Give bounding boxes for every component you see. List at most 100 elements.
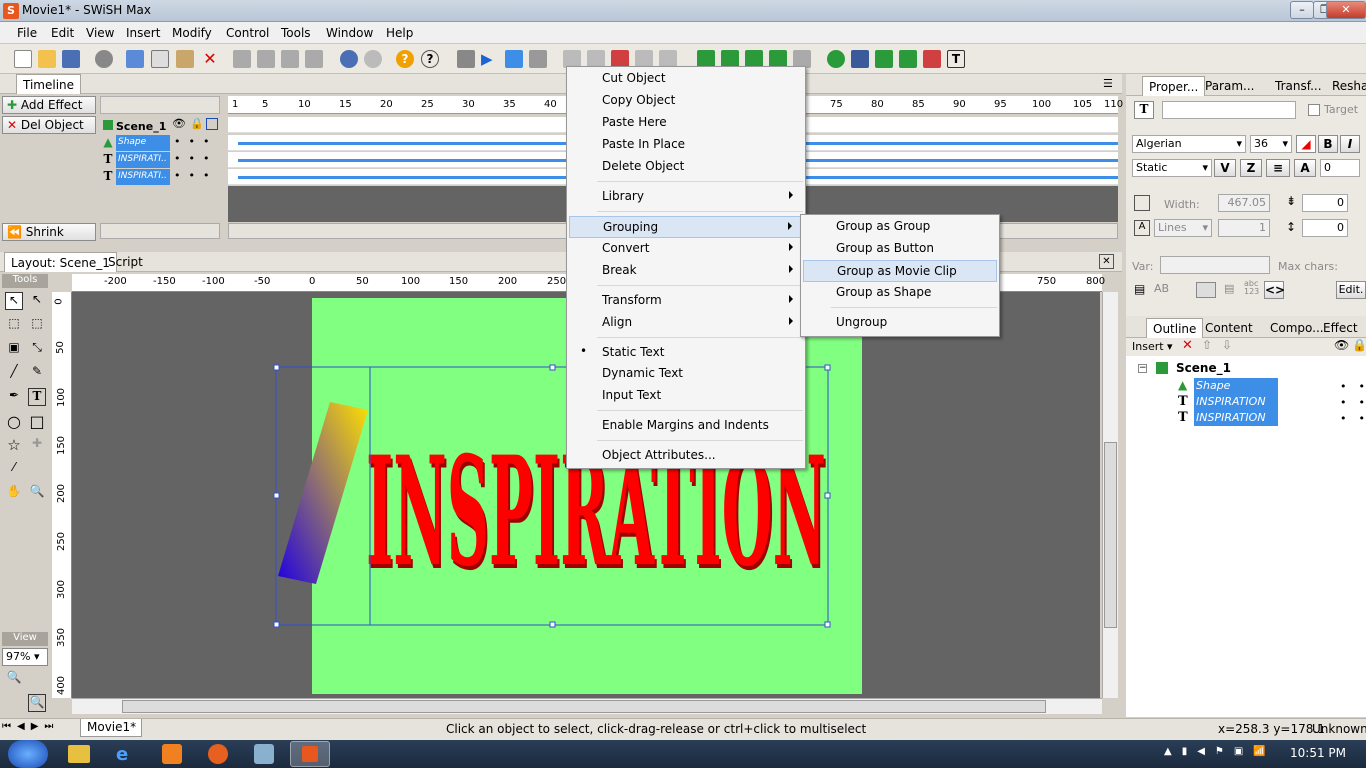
menu-copy-object[interactable]: Copy Object	[569, 90, 803, 112]
pencil-tool-icon[interactable]: ✎	[28, 364, 46, 382]
lock-icon[interactable]: 🔒	[190, 117, 204, 130]
menu-delete-object[interactable]: Delete Object	[569, 156, 803, 178]
insert-content-icon[interactable]	[875, 50, 893, 68]
tab-outline[interactable]: Outline	[1146, 318, 1204, 338]
multiline-icon[interactable]: ▤	[1224, 282, 1234, 295]
text-tool-icon[interactable]: T	[28, 388, 46, 406]
stop-icon[interactable]	[457, 50, 475, 68]
insert-sound-icon[interactable]	[851, 50, 869, 68]
delete-icon[interactable]: ✕	[201, 50, 219, 68]
tab-reshape[interactable]: Reshape	[1326, 76, 1366, 96]
reshape-tool-icon[interactable]: ⬚	[28, 316, 46, 334]
font-select[interactable]: Algerian ▾	[1132, 135, 1246, 153]
timeline-nav[interactable]	[100, 96, 220, 114]
menu-group-as-button[interactable]: Group as Button	[803, 238, 997, 260]
cut-icon[interactable]	[126, 50, 144, 68]
text-color-icon[interactable]: ◢	[1296, 135, 1316, 153]
lock-icon[interactable]: 🔒	[1352, 338, 1366, 352]
outline-item[interactable]: INSPIRATION	[1194, 410, 1278, 426]
tab-properties[interactable]: Proper...	[1142, 76, 1206, 96]
autoshape-tool-icon[interactable]: ✚	[28, 436, 46, 454]
selection-handle[interactable]	[549, 364, 556, 371]
zoom-select[interactable]: 97% ▾	[2, 648, 48, 666]
menu-help[interactable]: Help	[386, 26, 413, 40]
target-checkbox[interactable]	[1308, 104, 1320, 116]
delete-object-icon[interactable]: ✕	[1182, 338, 1193, 353]
menu-grouping[interactable]: Grouping	[569, 216, 803, 238]
tab-layout[interactable]: Layout: Scene_1	[4, 252, 117, 272]
lines-input[interactable]: 1	[1218, 219, 1270, 237]
vertical-scroll-thumb[interactable]	[1104, 442, 1117, 628]
selection-handle[interactable]	[549, 621, 556, 628]
outline-toggle-icon[interactable]	[206, 118, 218, 130]
tab-transform[interactable]: Transf...	[1269, 76, 1328, 96]
hand-tool-icon[interactable]: ✋	[5, 484, 23, 502]
vertical-scrollbar[interactable]	[1102, 292, 1118, 698]
outline-item[interactable]: Shape	[1194, 378, 1278, 394]
panel-menu-icon[interactable]: ☰	[1103, 77, 1113, 90]
align-icon[interactable]: ≡	[1266, 159, 1290, 177]
zoom-tool-icon[interactable]: 🔍	[28, 484, 46, 502]
selection-handle[interactable]	[824, 364, 831, 371]
redo-icon[interactable]	[364, 50, 382, 68]
gradient-shape[interactable]	[278, 402, 368, 584]
move-down-icon[interactable]	[257, 50, 275, 68]
close-layout-icon[interactable]: ✕	[1099, 254, 1114, 269]
move-up-icon[interactable]	[233, 50, 251, 68]
menu-modify[interactable]: Modify	[172, 26, 212, 40]
horizontal-scrollbar[interactable]	[72, 698, 1102, 714]
minimize-button[interactable]: –	[1290, 1, 1314, 19]
menu-group-as-group[interactable]: Group as Group	[803, 216, 997, 238]
motion-path-icon[interactable]: ⤡	[28, 340, 46, 358]
menu-dynamic-text[interactable]: Dynamic Text	[569, 363, 803, 385]
menu-library[interactable]: Library	[569, 186, 803, 208]
object-name-input[interactable]	[1162, 101, 1296, 119]
zoom-select-icon[interactable]: 🔍	[28, 694, 46, 712]
menu-insert[interactable]: Insert	[126, 26, 160, 40]
move-up-icon[interactable]: ⇧	[1202, 338, 1212, 352]
menu-paste-in-place[interactable]: Paste In Place	[569, 134, 803, 156]
tab-content[interactable]: Content	[1199, 318, 1259, 338]
add-effect-button[interactable]: ✚ Add Effect ▾	[2, 96, 96, 126]
menu-control[interactable]: Control	[226, 26, 269, 40]
tab-effect[interactable]: Effect	[1317, 318, 1364, 338]
menu-window[interactable]: Window	[326, 26, 373, 40]
eyedropper-tool-icon[interactable]: ⁄	[5, 460, 23, 478]
scene-nav-icons[interactable]: ⏮◀▶⏭	[2, 721, 59, 732]
menu-enable-margins[interactable]: Enable Margins and Indents	[569, 415, 803, 437]
text-type-select[interactable]: Static ▾	[1132, 159, 1212, 177]
menu-tools[interactable]: Tools	[281, 26, 311, 40]
move-top-icon[interactable]	[281, 50, 299, 68]
firefox-icon[interactable]	[208, 744, 228, 764]
new-file-icon[interactable]	[14, 50, 32, 68]
menu-convert[interactable]: Convert	[569, 238, 803, 260]
outline-scene[interactable]: Scene_1	[1176, 361, 1231, 375]
width-input[interactable]: 467.05	[1218, 194, 1270, 212]
bold-button[interactable]: B	[1318, 135, 1338, 153]
lines-select[interactable]: Lines ▾	[1154, 219, 1212, 237]
horizontal-scroll-thumb[interactable]	[122, 700, 1046, 713]
play-timeline-icon[interactable]	[505, 50, 523, 68]
app-icon[interactable]	[254, 744, 274, 764]
insert-component-icon[interactable]	[899, 50, 917, 68]
selection-handle[interactable]	[273, 364, 280, 371]
help-icon[interactable]: ?	[396, 50, 414, 68]
timeline-row[interactable]: T INSPIRATI.. •••	[100, 152, 220, 168]
outline-item[interactable]: INSPIRATION	[1194, 394, 1278, 410]
close-button[interactable]: ✕	[1326, 1, 1366, 19]
context-help-icon[interactable]: ?	[421, 50, 439, 68]
menu-cut-object[interactable]: Cut Object	[569, 68, 803, 90]
pen-tool-icon[interactable]: ✒	[5, 388, 23, 406]
shrink-button[interactable]: ⏪ Shrink	[2, 223, 96, 241]
rectangle-tool-icon[interactable]: □	[28, 412, 46, 431]
selectable-icon[interactable]: AB	[1154, 282, 1169, 295]
edit-button[interactable]: Edit.	[1336, 281, 1366, 299]
open-folder-icon[interactable]	[38, 50, 56, 68]
save-icon[interactable]	[62, 50, 80, 68]
tracking-input[interactable]: 0	[1320, 159, 1360, 177]
line-tool-icon[interactable]: ╱	[5, 364, 23, 382]
clock[interactable]: 10:51 PM	[1290, 746, 1346, 760]
scene-row[interactable]: Scene_1 👁 🔒	[100, 117, 220, 133]
select-tool-icon[interactable]: ↖	[5, 292, 23, 310]
movie-tab[interactable]: Movie1*	[80, 719, 142, 737]
